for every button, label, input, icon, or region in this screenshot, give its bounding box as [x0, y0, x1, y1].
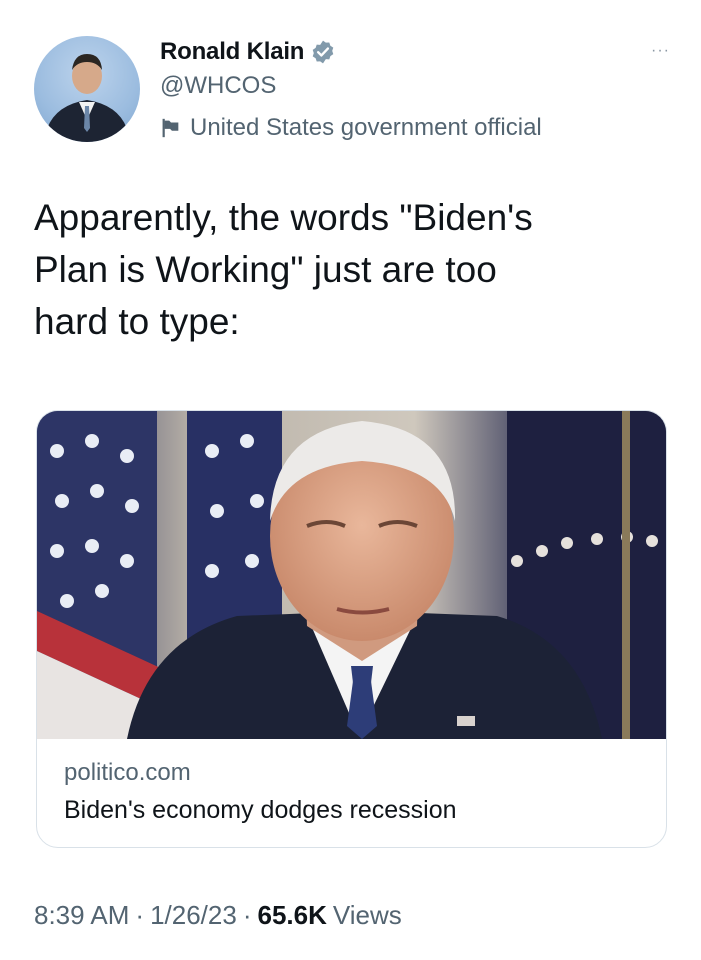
- separator-dot: ·: [242, 900, 252, 930]
- tweet-header: Ronald Klain @WHCOS United States govern…: [34, 36, 674, 146]
- link-card[interactable]: politico.com Biden's economy dodges rece…: [36, 410, 667, 848]
- avatar[interactable]: [34, 36, 140, 142]
- verified-badge-icon: [312, 40, 334, 64]
- separator-dot: ·: [135, 900, 145, 930]
- more-options-icon[interactable]: ···: [651, 42, 670, 60]
- card-domain: politico.com: [64, 759, 191, 786]
- name-row: Ronald Klain: [160, 38, 336, 66]
- affiliation-text: United States government official: [190, 114, 542, 141]
- affiliation-label: United States government official: [160, 114, 542, 142]
- author-handle[interactable]: @WHCOS: [160, 72, 276, 100]
- article-photo: [37, 411, 666, 739]
- card-title[interactable]: Biden's economy dodges recession: [64, 796, 457, 825]
- tweet-time[interactable]: 8:39 AM: [34, 900, 129, 931]
- tweet-date[interactable]: 1/26/23: [150, 900, 237, 931]
- views-label: Views: [332, 900, 402, 930]
- views-count: 65.6K: [257, 900, 327, 930]
- tweet-text: Apparently, the words "Biden's Plan is W…: [34, 197, 533, 342]
- flag-icon: [162, 118, 179, 138]
- person-photo: [44, 54, 130, 142]
- tweet-meta: 8:39 AM · 1/26/23 · 65.6K Views: [34, 900, 402, 931]
- author-name[interactable]: Ronald Klain: [160, 38, 304, 66]
